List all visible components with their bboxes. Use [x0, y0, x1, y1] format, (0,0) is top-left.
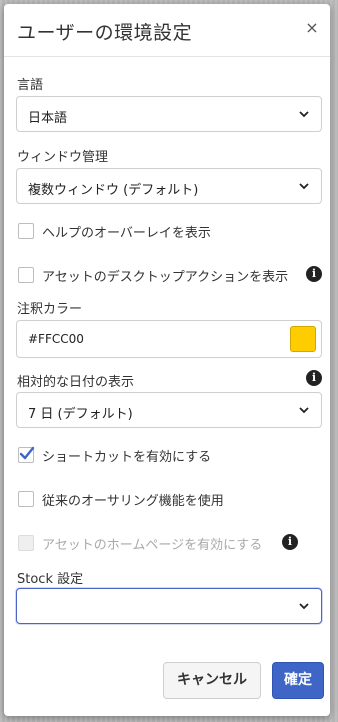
chevron-down-icon	[299, 181, 309, 191]
info-icon[interactable]: i	[306, 266, 322, 282]
close-icon[interactable]: ×	[302, 18, 322, 38]
info-icon[interactable]: i	[306, 370, 322, 386]
info-icon[interactable]: i	[282, 534, 298, 550]
asset-homepage-label: アセットのホームページを有効にする	[42, 538, 263, 553]
relative-date-selected-value: 7 日 (デフォルト)	[28, 407, 133, 422]
language-selected-value: 日本語	[28, 111, 68, 126]
chevron-down-icon	[299, 405, 309, 415]
chevron-down-icon	[299, 109, 309, 119]
window-management-select[interactable]: 複数ウィンドウ (デフォルト)	[16, 168, 322, 204]
annotation-color-label: 注釈カラー	[17, 302, 83, 317]
annotation-color-field[interactable]: #FFCC00	[16, 320, 322, 358]
relative-date-label: 相対的な日付の表示	[17, 375, 135, 390]
dialog-title: ユーザーの環境設定	[17, 22, 193, 44]
window-management-selected-value: 複数ウィンドウ (デフォルト)	[28, 183, 199, 198]
enable-shortcuts-checkbox[interactable]	[18, 446, 35, 463]
stock-settings-label: Stock 設定	[17, 572, 84, 587]
legacy-authoring-checkbox[interactable]	[18, 491, 34, 507]
cancel-button[interactable]: キャンセル	[163, 662, 261, 699]
help-overlay-checkbox[interactable]	[18, 223, 34, 239]
stock-settings-select[interactable]	[16, 588, 322, 624]
dialog-header: ユーザーの環境設定 ×	[4, 4, 330, 57]
relative-date-select[interactable]: 7 日 (デフォルト)	[16, 392, 322, 428]
chevron-down-icon	[299, 601, 309, 611]
asset-desktop-actions-checkbox[interactable]	[18, 267, 34, 283]
language-label: 言語	[17, 78, 44, 93]
window-management-label: ウィンドウ管理	[17, 150, 109, 165]
asset-desktop-actions-label: アセットのデスクトップアクションを表示	[42, 270, 289, 285]
enable-shortcuts-label: ショートカットを有効にする	[42, 450, 212, 465]
asset-homepage-checkbox[interactable]	[18, 535, 34, 551]
checkmark-icon	[19, 446, 35, 460]
legacy-authoring-label: 従来のオーサリング機能を使用	[42, 494, 224, 509]
confirm-button[interactable]: 確定	[272, 662, 324, 699]
preferences-dialog: ユーザーの環境設定 × 言語 日本語 ウィンドウ管理 複数ウィンドウ (デフォル…	[4, 4, 330, 716]
annotation-color-value: #FFCC00	[28, 332, 84, 346]
help-overlay-label: ヘルプのオーバーレイを表示	[42, 226, 211, 241]
color-swatch-button[interactable]	[290, 326, 316, 352]
language-select[interactable]: 日本語	[16, 96, 322, 132]
